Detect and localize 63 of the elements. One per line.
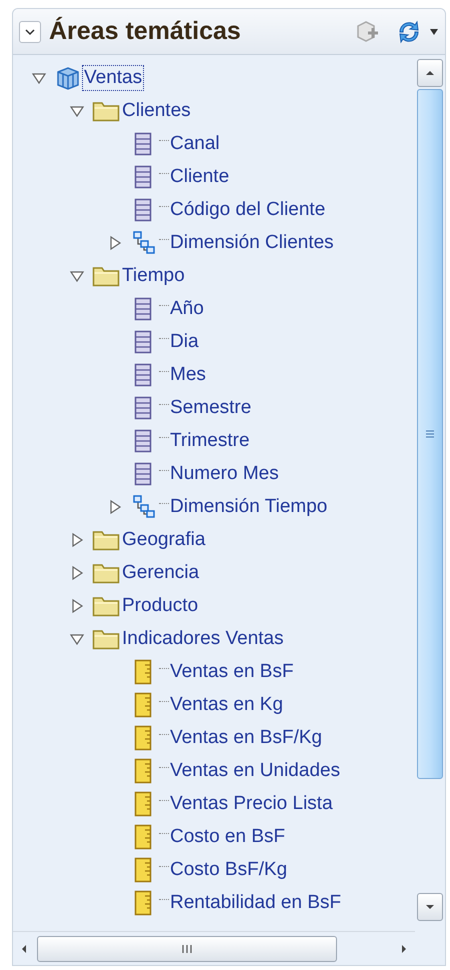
tree-item-label[interactable]: Trimestre [169, 428, 251, 452]
tree-item-label[interactable]: Ventas en BsF [169, 660, 295, 684]
tree-item-label[interactable]: Rentabilidad en BsF [169, 890, 342, 914]
column-icon [134, 396, 154, 420]
collapse-button[interactable] [19, 20, 41, 42]
folder-icon [92, 594, 120, 616]
tree-item-label[interactable]: Tiempo [121, 264, 186, 288]
folder-icon [92, 562, 120, 584]
ruler-icon [134, 890, 154, 916]
tree-item-label[interactable]: Año [169, 296, 205, 320]
grip-icon [181, 944, 193, 954]
tree-item-label[interactable]: Ventas [83, 66, 144, 90]
ruler-icon [134, 790, 154, 816]
hierarchy-icon [133, 230, 155, 254]
ruler-icon [134, 824, 154, 850]
folder-icon [92, 264, 120, 286]
tree-item-label[interactable]: Código del Cliente [169, 198, 326, 222]
tree-item-label[interactable]: Costo en BsF [169, 824, 286, 848]
cube-icon [55, 64, 81, 90]
tree-item-label[interactable]: Ventas en Unidades [169, 758, 342, 782]
column-icon [134, 296, 154, 320]
down-arrow-icon [425, 904, 435, 910]
column-icon [134, 132, 154, 156]
tree-item-label[interactable]: Ventas Precio Lista [169, 792, 334, 816]
ruler-icon [134, 692, 154, 718]
hierarchy-icon [133, 494, 155, 518]
tree-item-label[interactable]: Cliente [169, 164, 230, 188]
column-icon [134, 198, 154, 222]
up-arrow-icon [425, 70, 435, 76]
tree-item-label[interactable]: Indicadores Ventas [121, 626, 285, 650]
ruler-icon [134, 856, 154, 882]
ruler-icon [134, 658, 154, 684]
add-cube-icon[interactable] [355, 18, 381, 44]
tree-item-label[interactable]: Dimensión Clientes [169, 230, 335, 254]
tree-item-label[interactable]: Gerencia [121, 560, 200, 584]
tree-item-label[interactable]: Ventas en BsF/Kg [169, 726, 324, 750]
tree-item-label[interactable]: Canal [169, 132, 221, 156]
tree-item-label[interactable]: Geografia [121, 528, 206, 552]
grip-icon [425, 429, 435, 439]
tree-item-label[interactable]: Semestre [169, 396, 252, 420]
tree-item-label[interactable]: Ventas en Kg [169, 692, 284, 716]
left-arrow-icon [21, 944, 27, 954]
tree-item-label[interactable]: Producto [121, 594, 200, 618]
column-icon [134, 330, 154, 354]
tree-item-label[interactable]: Dimensión Tiempo [169, 494, 328, 518]
folder-icon [92, 528, 120, 550]
panel-title: Áreas temáticas [49, 16, 241, 47]
tree-item-label[interactable]: Numero Mes [169, 462, 280, 486]
caret-icon[interactable] [429, 28, 439, 36]
column-icon [134, 428, 154, 452]
right-arrow-icon [401, 944, 407, 954]
tree-item-label[interactable]: Dia [169, 330, 200, 354]
horizontal-scrollbar[interactable] [13, 931, 415, 965]
tree-item-label[interactable]: Mes [169, 362, 207, 386]
folder-icon [92, 628, 120, 650]
folder-icon [92, 100, 120, 122]
column-icon [134, 462, 154, 486]
column-icon [134, 164, 154, 188]
tree-item-label[interactable]: Clientes [121, 98, 192, 122]
tree-item-label[interactable]: Costo BsF/Kg [169, 858, 288, 882]
ruler-icon [134, 758, 154, 784]
column-icon [134, 362, 154, 386]
ruler-icon [134, 724, 154, 750]
